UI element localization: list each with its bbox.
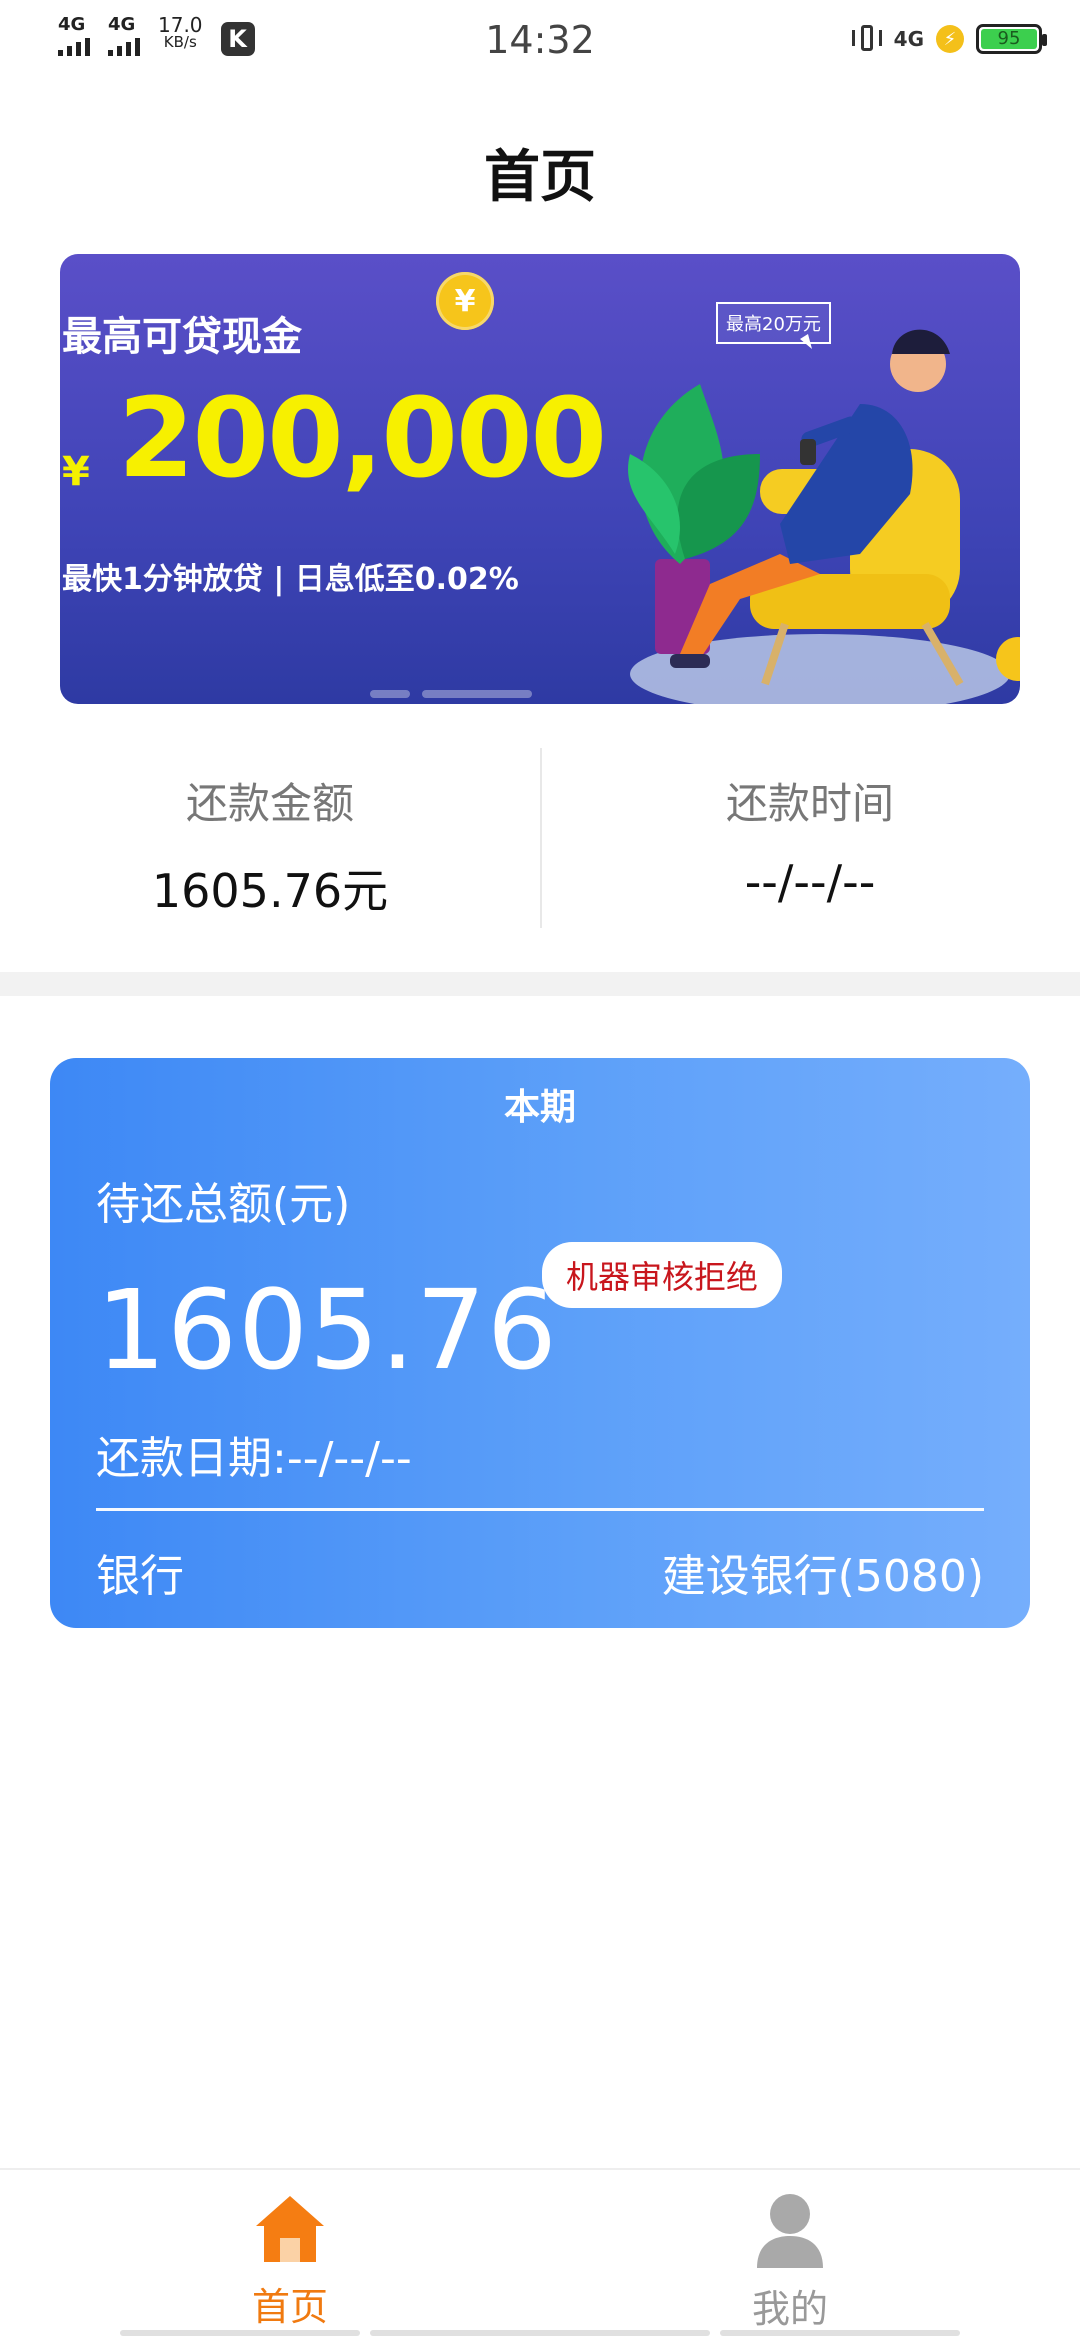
bottom-tab-bar: 首页 我的: [0, 2168, 1080, 2342]
total-due-label: 待还总额(元): [96, 1179, 351, 1230]
card-divider: [96, 1508, 984, 1511]
total-due-amount: 1605.76: [96, 1266, 558, 1394]
banner-pagination[interactable]: [370, 690, 532, 698]
promo-banner[interactable]: ¥ 最高可贷现金 ¥ 200,000 最快1分钟放贷 | 日息低至0.02% 最…: [60, 254, 1020, 704]
status-right: 4G ⚡ 95: [851, 22, 1047, 56]
banner-dot[interactable]: [370, 690, 410, 698]
home-icon: [256, 2196, 324, 2262]
tab-home-label: 首页: [251, 2285, 328, 2329]
section-separator: [0, 972, 1080, 996]
page-title: 首页: [484, 145, 596, 210]
repay-time-value: --/--/--: [744, 855, 876, 909]
tab-home[interactable]: 首页: [20, 2192, 560, 2331]
coin-symbol: ¥: [454, 283, 476, 319]
banner-currency: ¥: [62, 449, 90, 495]
banner-bubble: 最高20万元: [716, 302, 831, 344]
banner-subline: 最快1分钟放贷 | 日息低至0.02%: [62, 562, 519, 597]
vibrate-icon: [851, 22, 882, 56]
status-badge: 机器审核拒绝: [542, 1242, 783, 1308]
repay-time-label: 还款时间: [725, 779, 894, 828]
network-4g-label: 4G: [893, 27, 924, 51]
bank-value: 建设银行(5080): [661, 1551, 984, 1602]
banner-headline: 最高可贷现金: [62, 314, 302, 360]
repay-time-block: 还款时间 --/--/--: [540, 748, 1080, 909]
charging-icon: ⚡: [936, 25, 964, 53]
battery-icon: 95: [976, 24, 1047, 54]
banner-amount: 200,000: [118, 374, 607, 502]
tab-mine-label: 我的: [751, 2287, 828, 2331]
coin-icon: ¥: [436, 272, 494, 330]
home-indicator: [120, 2330, 960, 2336]
repayment-summary: 还款金额 1605.76元 还款时间 --/--/--: [0, 748, 1080, 928]
battery-level: 95: [981, 29, 1037, 49]
status-bar: 4G 4G 17.0 KB/s K 14:32 4G ⚡ 95: [0, 0, 1080, 84]
repay-amount-label: 还款金额: [185, 779, 354, 828]
current-period-card[interactable]: 本期 待还总额(元) 1605.76 机器审核拒绝 还款日期:--/--/-- …: [50, 1058, 1030, 1628]
card-period-title: 本期: [503, 1087, 576, 1128]
tab-mine[interactable]: 我的: [520, 2192, 1060, 2333]
due-date: 还款日期:--/--/--: [96, 1433, 412, 1484]
repay-amount-block: 还款金额 1605.76元: [0, 748, 540, 921]
banner-dot-active[interactable]: [422, 690, 532, 698]
repay-amount-value: 1605.76元: [151, 864, 389, 918]
user-icon: [757, 2194, 823, 2268]
bank-label: 银行: [96, 1551, 184, 1602]
